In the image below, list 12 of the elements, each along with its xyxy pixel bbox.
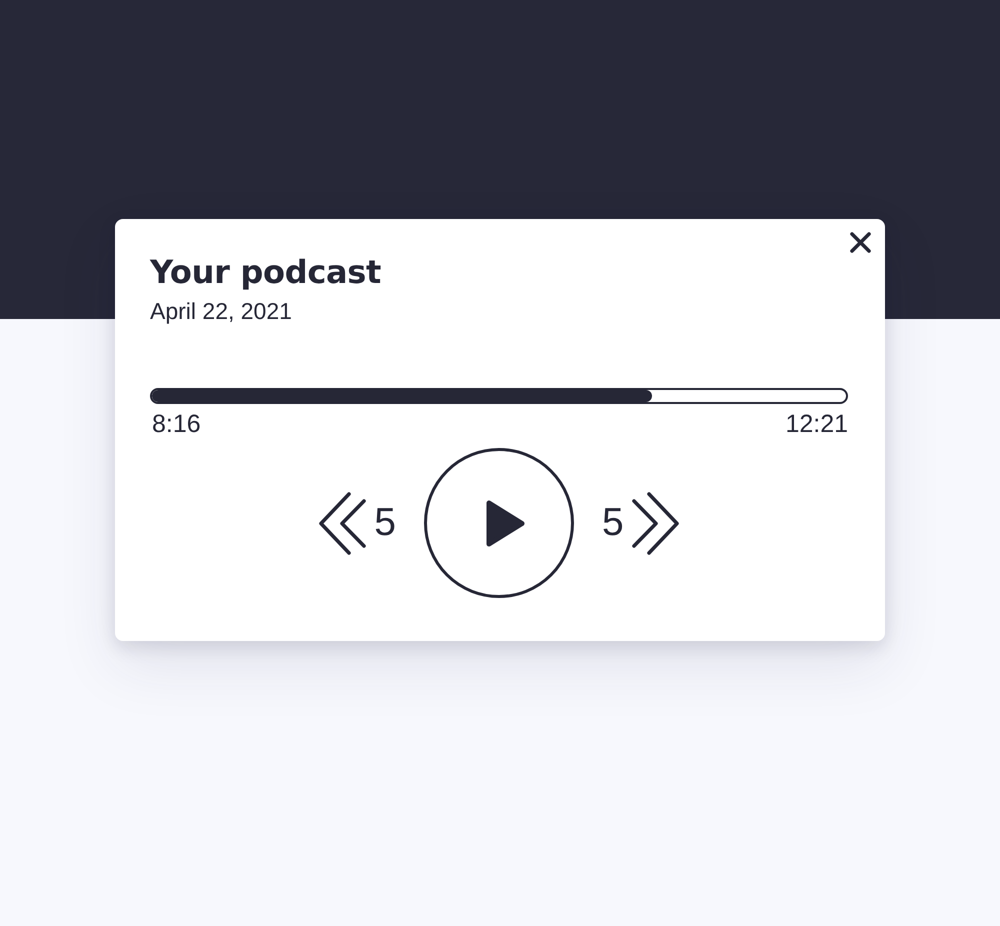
episode-date: April 22, 2021 bbox=[150, 297, 292, 325]
podcast-title: Your podcast bbox=[150, 252, 382, 292]
total-duration: 12:21 bbox=[785, 409, 848, 439]
close-button[interactable] bbox=[850, 232, 871, 253]
forward-button[interactable]: 5 bbox=[602, 492, 679, 554]
elapsed-time: 8:16 bbox=[152, 409, 201, 439]
close-icon bbox=[850, 232, 871, 253]
double-chevron-left-icon bbox=[319, 492, 366, 554]
rewind-button[interactable]: 5 bbox=[319, 492, 396, 554]
play-icon bbox=[486, 500, 524, 546]
progress-track[interactable] bbox=[150, 388, 848, 404]
double-chevron-right-icon bbox=[632, 492, 679, 554]
